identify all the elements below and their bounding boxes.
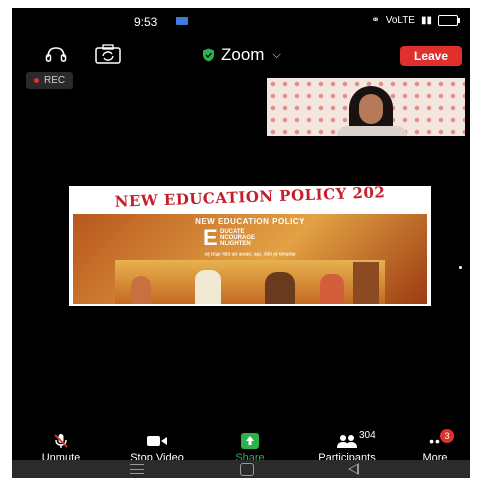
participants-icon — [337, 435, 357, 448]
edge-dot — [459, 266, 462, 269]
meeting-title-dropdown[interactable]: Zoom ⌵ — [202, 45, 281, 65]
video-camera-icon — [147, 436, 167, 446]
audio-headset-icon[interactable] — [45, 46, 67, 62]
more-dots-icon: •• — [429, 433, 441, 449]
classroom-illustration — [115, 260, 385, 304]
status-bar: 9:53 ⚭ VoLTE ▮▮ — [12, 8, 470, 34]
status-time: 9:53 — [134, 15, 158, 29]
meeting-toolbar: Unmute Stop Video Share 304 Participants… — [12, 429, 470, 464]
more-badge: 3 — [440, 429, 454, 443]
home-icon[interactable] — [240, 463, 254, 476]
shield-icon — [203, 48, 214, 62]
participants-count: 304 — [359, 430, 376, 441]
switch-camera-icon[interactable] — [94, 44, 122, 64]
volte-indicator: VoLTE — [385, 15, 415, 26]
shared-screen-title: NEW EDUCATION POLICY 202 — [114, 186, 386, 211]
acronym-line-3: NLIGHTEN — [220, 241, 251, 247]
chevron-down-icon: ⌵ — [272, 48, 281, 61]
participant-clothing — [337, 126, 407, 136]
shared-screen[interactable]: NEW EDUCATION POLICY 202 NEW EDUCATION P… — [69, 186, 431, 306]
app-title: Zoom — [221, 45, 265, 64]
mic-muted-icon — [54, 434, 68, 448]
back-icon[interactable] — [348, 463, 359, 475]
acronym-lines: DUCATE NCOURAGE NLIGHTEN — [220, 229, 255, 247]
meeting-topbar: Zoom ⌵ Leave — [12, 42, 470, 68]
inner-title: NEW EDUCATION POLICY — [195, 217, 305, 226]
status-right-group: ⚭ VoLTE ▮▮ — [371, 15, 460, 26]
notification-icon — [176, 17, 188, 25]
figure-child — [131, 276, 151, 304]
signal-icon: ▮▮ — [420, 15, 432, 26]
share-arrow-icon — [241, 433, 259, 449]
battery-icon — [438, 15, 460, 26]
acronym-big-letter: E — [203, 225, 218, 250]
participant-face — [359, 94, 383, 124]
android-nav-bar — [12, 460, 470, 478]
recent-apps-icon[interactable] — [130, 464, 144, 474]
hindi-tagline: नई शिक्षा नीति करे सशक्त, बढ़ा, नीति हो … — [204, 252, 296, 258]
figure-student — [265, 272, 295, 304]
participant-video-thumbnail[interactable] — [267, 78, 465, 136]
figure-teacher — [195, 270, 221, 304]
headphone-status-icon: ⚭ — [371, 15, 380, 26]
rec-label: REC — [44, 75, 66, 86]
leave-button[interactable]: Leave — [400, 46, 462, 66]
shared-screen-image: NEW EDUCATION POLICY E DUCATE NCOURAGE N… — [73, 214, 427, 304]
recording-badge: REC — [26, 72, 74, 89]
figure-door — [353, 262, 379, 304]
phone-screen: 9:53 ⚭ VoLTE ▮▮ Zoom ⌵ Leave REC NEW EDU… — [12, 8, 470, 478]
record-dot-icon — [34, 78, 39, 83]
figure-girl — [320, 274, 344, 304]
